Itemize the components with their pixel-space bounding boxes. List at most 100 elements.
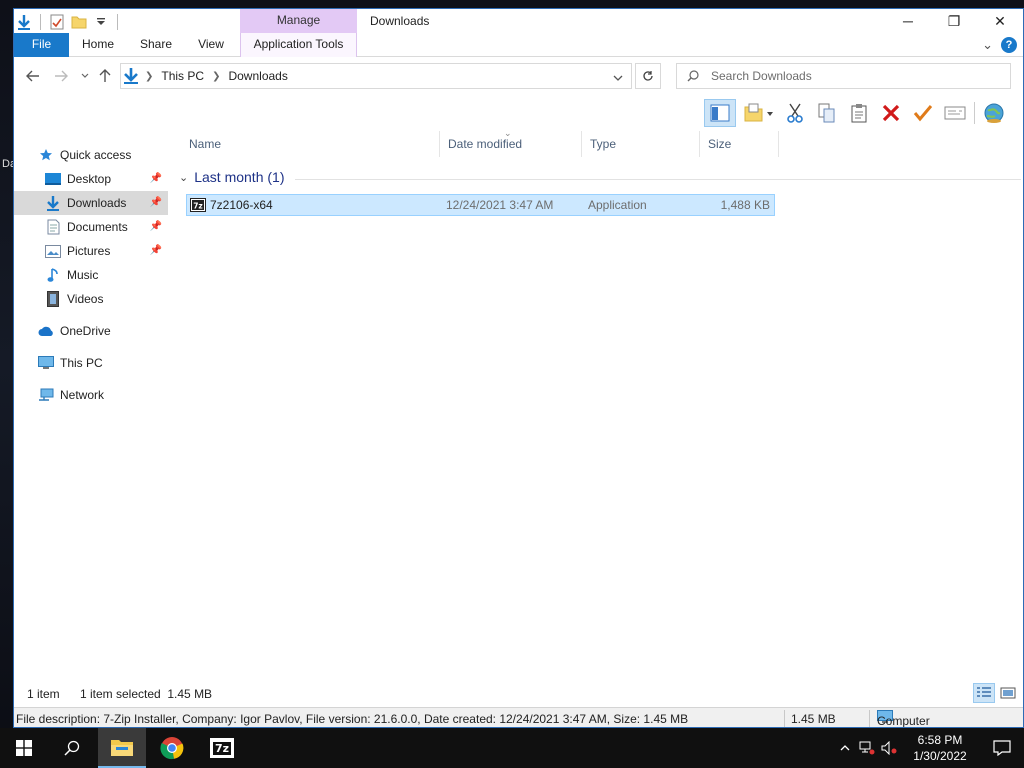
breadcrumb-this-pc[interactable]: This PC	[161, 69, 204, 83]
properties-card-icon	[944, 106, 966, 120]
tab-application-tools[interactable]: Application Tools	[240, 33, 357, 57]
tab-view[interactable]: View	[190, 33, 232, 57]
nav-item-quick-access[interactable]: Quick access	[38, 143, 168, 167]
close-button[interactable]: ✕	[977, 9, 1023, 33]
column-header-size[interactable]: Size	[700, 131, 779, 157]
clock[interactable]: 6:58 PM 1/30/2022	[900, 732, 980, 764]
preview-pane-button[interactable]	[704, 99, 736, 127]
nav-item-this-pc[interactable]: This PC	[38, 351, 168, 375]
nav-item-label: Network	[60, 388, 105, 402]
nav-item-network[interactable]: Network	[38, 383, 168, 407]
cut-button[interactable]	[782, 99, 808, 127]
volume-muted-icon[interactable]	[878, 728, 900, 768]
file-explorer-taskbar-button[interactable]	[98, 728, 146, 768]
large-icons-view-button[interactable]	[997, 683, 1019, 703]
7zip-icon: 7z	[210, 738, 234, 758]
help-icon[interactable]: ?	[1001, 37, 1017, 53]
column-header-name[interactable]: Name	[181, 131, 440, 157]
forward-button[interactable]	[52, 67, 70, 85]
delete-button[interactable]	[878, 99, 904, 127]
navigation-pane: Quick access Desktop 📌 Downloads 📌 Docum…	[14, 139, 170, 679]
network-globe-button[interactable]	[981, 99, 1007, 127]
ribbon-tabs: File Home Share View Application Tools ⌄…	[14, 33, 1023, 57]
separator	[869, 710, 870, 727]
nav-item-label: Desktop	[67, 172, 112, 186]
breadcrumb-chevron-icon[interactable]: ❯	[212, 71, 220, 82]
manage-context-header: Manage	[240, 9, 357, 33]
maximize-button[interactable]: ❐	[931, 9, 977, 33]
customize-qa-dropdown-icon[interactable]	[93, 14, 109, 30]
nav-item-music[interactable]: Music	[14, 263, 168, 287]
start-button[interactable]	[0, 728, 48, 768]
refresh-button[interactable]	[635, 63, 661, 89]
tab-home[interactable]: Home	[74, 33, 122, 57]
column-header-type[interactable]: Type	[582, 131, 700, 157]
address-history-chevron-icon[interactable]	[613, 70, 623, 84]
new-folder-icon[interactable]	[71, 14, 87, 30]
search-icon	[687, 70, 699, 82]
nav-item-onedrive[interactable]: OneDrive	[38, 319, 168, 343]
nav-item-label: Videos	[67, 292, 104, 306]
pin-icon[interactable]: 📌	[150, 197, 162, 208]
new-folder-dropdown-button[interactable]	[742, 99, 776, 127]
svg-text:7z: 7z	[193, 202, 203, 211]
breadcrumb-chevron-icon[interactable]: ❯	[145, 71, 153, 82]
pin-icon[interactable]: 📌	[150, 245, 162, 256]
rename-button[interactable]	[910, 99, 936, 127]
show-hidden-icons-chevron-icon[interactable]	[834, 728, 856, 768]
scissors-icon	[787, 103, 803, 123]
minimize-button[interactable]: ─	[885, 9, 931, 33]
7zip-taskbar-button[interactable]: 7z	[198, 728, 246, 768]
downloads-folder-icon[interactable]	[16, 14, 32, 30]
info-size: 1.45 MB	[791, 712, 836, 726]
nav-item-downloads[interactable]: Downloads 📌	[14, 191, 168, 215]
pin-icon[interactable]: 📌	[150, 221, 162, 232]
nav-item-pictures[interactable]: Pictures 📌	[14, 239, 168, 263]
recent-locations-chevron-icon[interactable]	[76, 67, 94, 85]
expand-ribbon-icon[interactable]: ⌄	[982, 38, 993, 51]
search-box[interactable]	[676, 63, 1011, 89]
search-input[interactable]	[711, 69, 991, 83]
nav-item-videos[interactable]: Videos	[14, 287, 168, 311]
status-bar: 1 item 1 item selected 1.45 MB	[14, 683, 1023, 705]
file-explorer-window: Manage Downloads ─ ❐ ✕ File Home Share V…	[13, 8, 1024, 728]
title-bar: Manage Downloads ─ ❐ ✕	[14, 9, 1023, 33]
desktop-folder-icon	[45, 171, 61, 187]
chrome-taskbar-button[interactable]	[148, 728, 196, 768]
details-view-button[interactable]	[973, 683, 995, 703]
windows-logo-icon	[16, 740, 32, 756]
notifications-button[interactable]	[980, 728, 1024, 768]
nav-item-desktop[interactable]: Desktop 📌	[14, 167, 168, 191]
address-bar[interactable]: ❯ This PC ❯ Downloads	[120, 63, 632, 89]
network-status-icon[interactable]	[856, 728, 878, 768]
new-folder-icon	[744, 103, 773, 122]
collapse-chevron-icon[interactable]: ⌄	[179, 171, 188, 184]
group-header-label: Last month (1)	[194, 169, 285, 185]
breadcrumb-downloads[interactable]: Downloads	[228, 69, 287, 83]
info-location: Computer	[877, 710, 930, 727]
clock-date: 1/30/2022	[913, 749, 967, 763]
window-title: Downloads	[370, 14, 430, 28]
system-tray: 6:58 PM 1/30/2022	[834, 728, 1024, 768]
properties-button[interactable]	[942, 99, 968, 127]
paste-button[interactable]	[846, 99, 872, 127]
network-icon	[38, 387, 54, 403]
properties-icon[interactable]	[49, 14, 65, 30]
back-button[interactable]	[24, 67, 42, 85]
nav-item-label: Documents	[67, 220, 128, 234]
preview-pane-icon	[710, 104, 730, 122]
tab-share[interactable]: Share	[132, 33, 180, 57]
up-button[interactable]	[96, 67, 114, 85]
computer-icon	[38, 355, 54, 371]
ribbon-right-controls: ⌄ ?	[982, 37, 1017, 53]
search-button[interactable]	[48, 728, 96, 768]
file-row-7z2106-x64[interactable]: 7z 7z2106-x64 12/24/2021 3:47 AM Applica…	[186, 194, 775, 216]
copy-button[interactable]	[814, 99, 840, 127]
group-header-last-month[interactable]: ⌄ Last month (1)	[179, 169, 284, 185]
separator	[974, 102, 975, 124]
pin-icon[interactable]: 📌	[150, 173, 162, 184]
selection-info: 1 item selected 1.45 MB	[80, 687, 213, 701]
column-header-date-modified[interactable]: Date modified ⌄	[440, 128, 582, 157]
tab-file[interactable]: File	[14, 33, 69, 57]
nav-item-documents[interactable]: Documents 📌	[14, 215, 168, 239]
